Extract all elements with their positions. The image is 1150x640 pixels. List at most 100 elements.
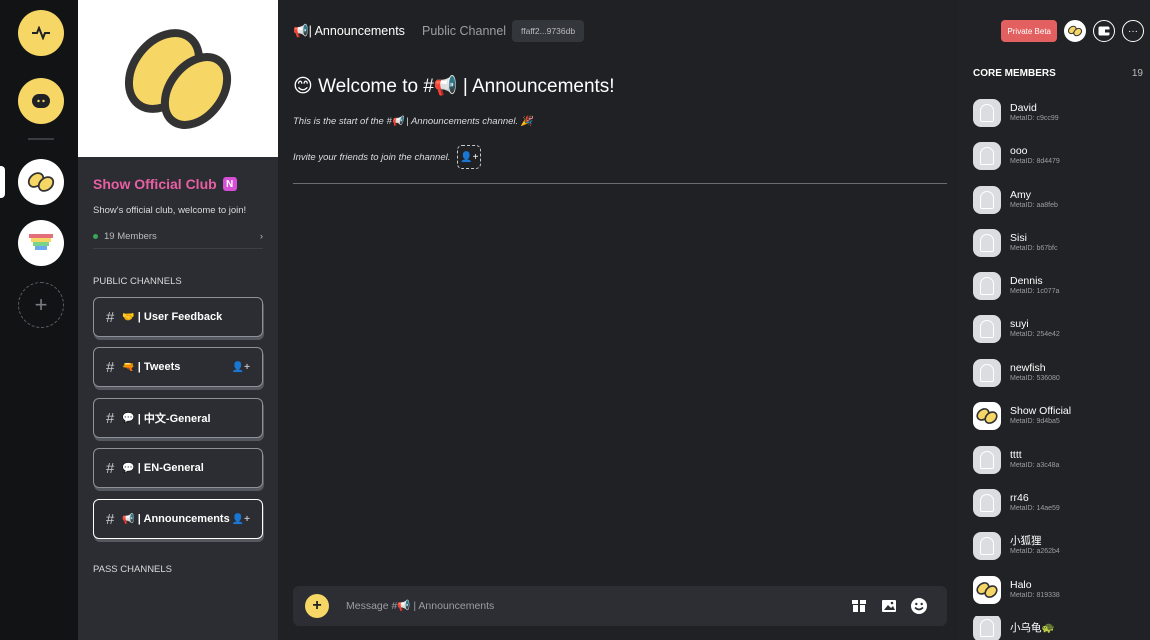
member-item[interactable]: Sisi MetaID: b67bfc (973, 228, 1143, 258)
club-description: Show's official club, welcome to join! (93, 205, 247, 216)
members-count-row[interactable]: 19 Members › (93, 225, 263, 249)
message-input[interactable]: Message #📢 | Announcements (346, 599, 494, 612)
member-name: Halo (1010, 579, 1032, 591)
show-logo-large-icon (124, 28, 232, 129)
add-user-icon[interactable]: 👤+ (232, 514, 250, 525)
chat-button[interactable] (18, 78, 64, 124)
avatar (973, 576, 1001, 604)
member-item[interactable]: tttt MetaID: a3c48a (973, 445, 1143, 475)
member-item[interactable]: suyi MetaID: 254e42 (973, 314, 1143, 344)
member-item[interactable]: David MetaID: c9cc99 (973, 98, 1143, 128)
member-metaid: MetaID: 1c077a (1010, 288, 1060, 295)
hash-icon: # (106, 510, 115, 528)
channel-announcements[interactable]: # 📢 | Announcements 👤+ (93, 499, 263, 539)
emoji-button[interactable] (909, 596, 929, 616)
channel-sidebar: Show Official Club N Show's official clu… (78, 0, 278, 640)
member-metaid: MetaID: 8d4479 (1010, 158, 1060, 165)
member-item[interactable]: 小乌龟🐢 (973, 616, 1143, 640)
image-icon (882, 600, 896, 612)
member-item[interactable]: rr46 MetaID: 14ae59 (973, 488, 1143, 518)
gift-box-icon (852, 600, 866, 612)
member-metaid: MetaID: 536080 (1010, 375, 1060, 382)
members-count-text: 19 Members (104, 231, 157, 242)
activity-button[interactable] (18, 10, 64, 56)
channel-label: | EN-General (137, 462, 204, 474)
default-avatar-icon (980, 104, 994, 122)
member-name: Sisi (1010, 232, 1027, 244)
default-avatar-icon (980, 147, 994, 165)
channel-id-chip[interactable]: ffaff2...9736db (512, 20, 585, 42)
wallet-button[interactable] (1093, 20, 1115, 42)
default-avatar-icon (980, 234, 994, 252)
channel-type: Public Channel (422, 24, 507, 38)
wallet-icon (1098, 26, 1110, 36)
member-metaid: MetaID: a3c48a (1010, 462, 1060, 469)
member-name: ooo (1010, 145, 1028, 157)
top-right-actions: Private Beta ··· (1001, 20, 1144, 42)
default-avatar-icon (980, 277, 994, 295)
channel-user-feedback[interactable]: # 🤝 | User Feedback (93, 297, 263, 337)
show-logo-icon (27, 172, 55, 192)
channel-en-general[interactable]: # 💬 | EN-General (93, 448, 263, 488)
member-item[interactable]: newfish MetaID: 536080 (973, 358, 1143, 388)
gift-button[interactable] (849, 596, 869, 616)
member-name: Amy (1010, 189, 1031, 201)
hash-icon: # (106, 409, 115, 427)
invite-friends-button[interactable]: 👤+ (457, 145, 482, 169)
smiley-icon (911, 598, 927, 614)
online-dot (93, 233, 98, 239)
add-server-button[interactable]: + (18, 282, 64, 328)
speech-bubble-icon: 💬 (122, 462, 135, 474)
member-metaid: MetaID: 819338 (1010, 592, 1060, 599)
avatar (973, 229, 1001, 257)
attach-plus-button[interactable]: + (305, 594, 329, 618)
member-name: tttt (1010, 449, 1022, 461)
show-logo-icon (976, 582, 998, 598)
member-metaid: MetaID: 254e42 (1010, 331, 1060, 338)
handshake-icon: 🤝 (122, 311, 135, 323)
club-banner (78, 0, 278, 157)
add-user-icon[interactable]: 👤+ (232, 362, 250, 373)
chat-header: 📢| Announcements Public Channel ffaff2..… (278, 0, 958, 62)
channel-label: | Announcements (137, 513, 230, 525)
member-item[interactable]: Amy MetaID: aa8feb (973, 185, 1143, 215)
club-name: Show Official Club N (93, 176, 237, 192)
avatar (973, 616, 1001, 640)
hash-icon: # (106, 358, 115, 376)
default-avatar-icon (980, 364, 994, 382)
member-item[interactable]: Dennis MetaID: 1c077a (973, 271, 1143, 301)
plus-icon: + (34, 292, 48, 317)
hash-icon: # (106, 308, 115, 326)
avatar (973, 99, 1001, 127)
member-item[interactable]: 小狐狸 MetaID: a262b4 (973, 531, 1143, 561)
server-rainbow[interactable] (18, 220, 64, 266)
show-logo-icon (976, 408, 998, 424)
chat-main: 📢| Announcements Public Channel ffaff2..… (278, 0, 958, 640)
private-beta-badge[interactable]: Private Beta (1001, 20, 1057, 42)
add-user-icon: 👤+ (460, 151, 479, 163)
members-count-number: 19 (1131, 68, 1143, 79)
more-options-button[interactable]: ··· (1122, 20, 1144, 42)
member-name: suyi (1010, 318, 1029, 330)
chat-bubble-icon (32, 94, 50, 108)
channel-tweets[interactable]: # 🔫 | Tweets 👤+ (93, 347, 263, 387)
default-avatar-icon (980, 494, 994, 512)
members-header: CORE MEMBERS 19 (973, 68, 1143, 79)
member-name: rr46 (1010, 492, 1029, 504)
member-item[interactable]: Halo MetaID: 819338 (973, 575, 1143, 605)
member-item[interactable]: ooo MetaID: 8d4479 (973, 141, 1143, 171)
activity-icon (32, 26, 50, 40)
member-metaid: MetaID: aa8feb (1010, 202, 1058, 209)
member-metaid: MetaID: 14ae59 (1010, 505, 1060, 512)
image-button[interactable] (879, 596, 899, 616)
server-show-official[interactable] (18, 159, 64, 205)
member-item[interactable]: Show Official MetaID: 9d4ba5 (973, 401, 1143, 431)
public-channels-title: PUBLIC CHANNELS (93, 276, 182, 287)
profile-avatar-button[interactable] (1064, 20, 1086, 42)
channel-zh-general[interactable]: # 💬 | 中文-General (93, 398, 263, 438)
avatar (973, 142, 1001, 170)
app-window: + Show Official Club N Show's official c… (0, 0, 1150, 640)
megaphone-icon: 📢 (122, 513, 135, 525)
avatar (973, 186, 1001, 214)
rainbow-logo-icon (29, 234, 53, 250)
